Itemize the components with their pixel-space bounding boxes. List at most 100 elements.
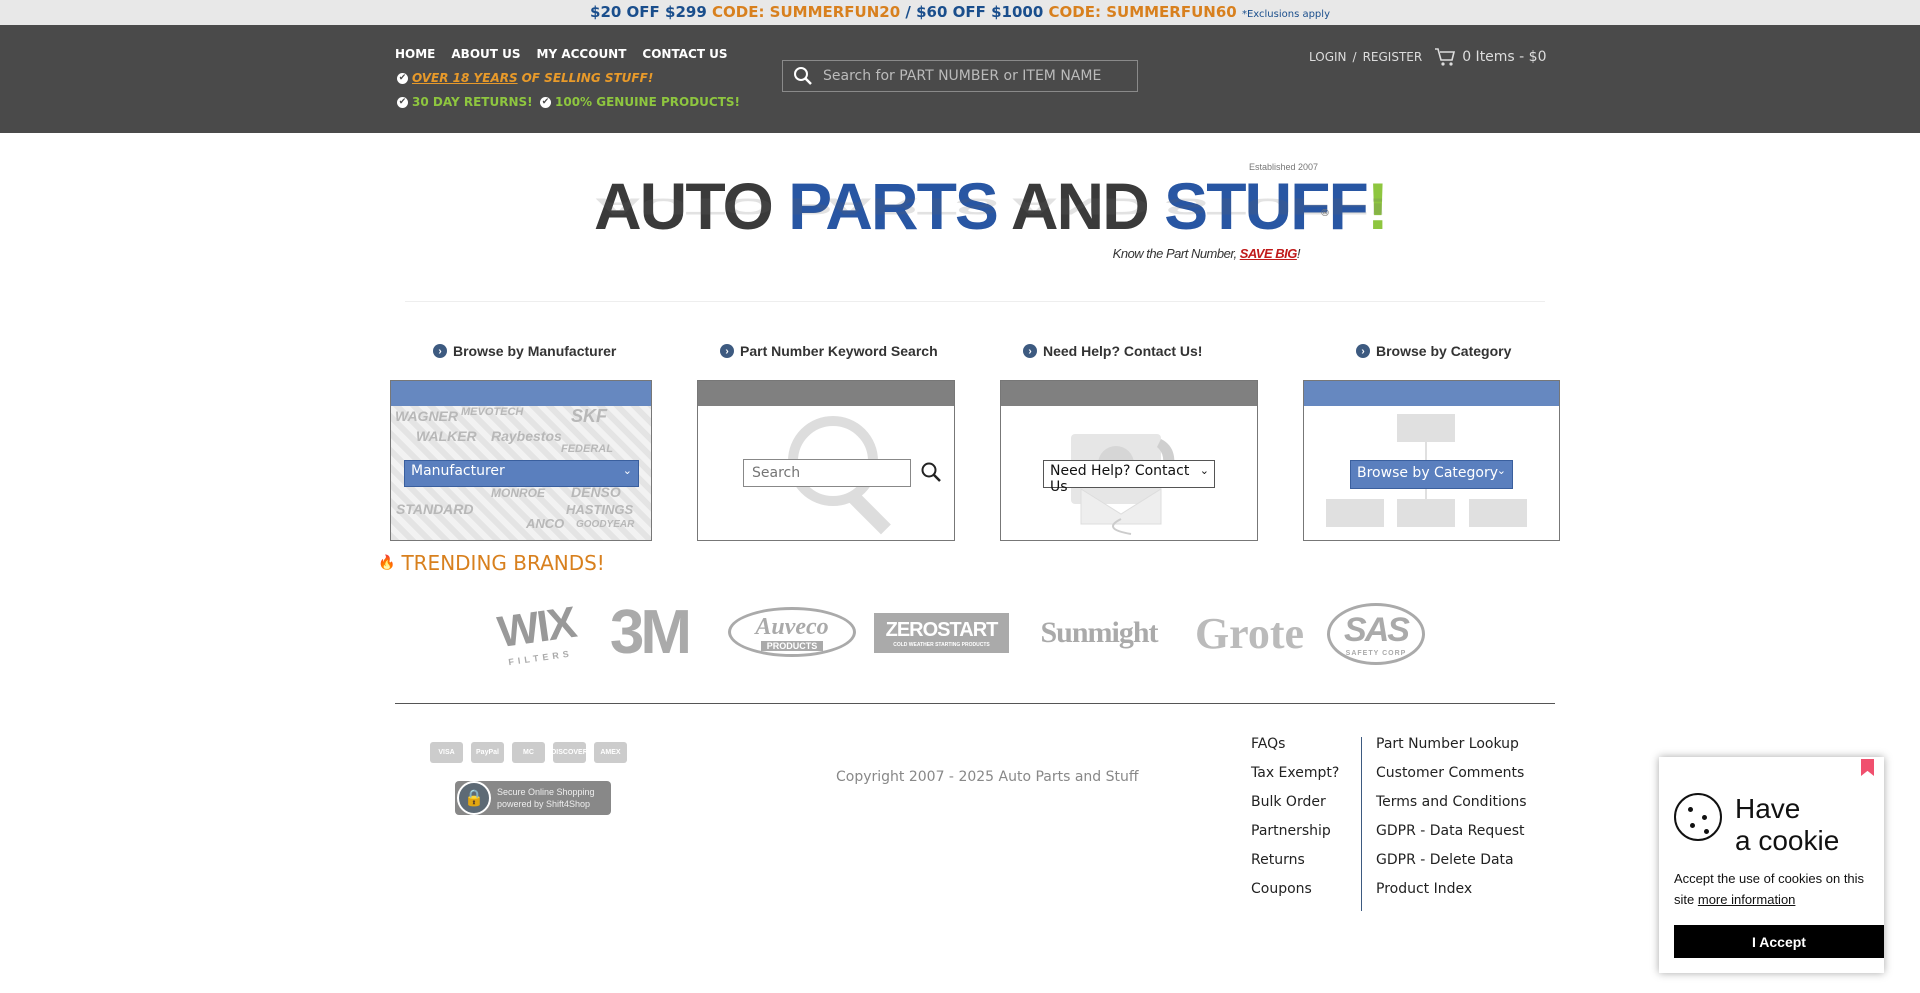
bg-brand-goodyear: GOODYEAR: [576, 519, 635, 530]
bg-brand-walker: WALKER: [416, 428, 477, 444]
logo-tagline-post: !: [1296, 246, 1301, 261]
brand-zerostart-sub: COLD WEATHER STARTING PRODUCTS: [893, 641, 990, 648]
footer-link-bulk-order[interactable]: Bulk Order: [1251, 794, 1339, 823]
site-logo[interactable]: Established 2007 AUTO PARTS AND STUFF! A…: [590, 158, 1389, 268]
footer-link-returns[interactable]: Returns: [1251, 852, 1339, 881]
mastercard-icon: MC: [512, 742, 545, 763]
browse-category-label: Browse by Category: [1376, 343, 1512, 359]
search-icon[interactable]: [783, 66, 823, 86]
promo-offer-1: $20 OFF $299: [590, 3, 707, 21]
nav-my-account[interactable]: MY ACCOUNT: [537, 47, 627, 61]
bg-brand-wagner: WAGNER: [395, 408, 458, 424]
footer-link-faqs[interactable]: FAQs: [1251, 736, 1339, 765]
cart-summary: 0 Items - $0: [1462, 49, 1547, 65]
logo-registered: ®: [1320, 208, 1330, 219]
cookie-message: Accept the use of cookies on this site m…: [1674, 868, 1879, 910]
brand-3m-text: 3M: [609, 598, 692, 667]
footer-link-partnership[interactable]: Partnership: [1251, 823, 1339, 852]
years-link[interactable]: OVER 18 YEARS: [412, 71, 518, 85]
browse-manufacturer-label: Browse by Manufacturer: [453, 343, 617, 359]
lock-icon: 🔒: [457, 781, 491, 815]
tagline-genuine: ✔ 100% GENUINE PRODUCTS!: [540, 95, 740, 109]
brand-auveco[interactable]: Auveco PRODUCTS: [728, 607, 856, 657]
search-icon[interactable]: [920, 461, 942, 487]
footer-link-product-index[interactable]: Product Index: [1376, 881, 1527, 910]
cookie-more-info-link[interactable]: more information: [1698, 892, 1796, 907]
org-chart-node: [1469, 499, 1527, 527]
bg-brand-skf: SKF: [571, 406, 607, 426]
genuine-text: 100% GENUINE PRODUCTS!: [555, 95, 741, 109]
keyword-search-title[interactable]: › Part Number Keyword Search: [720, 343, 938, 359]
box-header-bar: [1304, 381, 1559, 406]
browse-category-title[interactable]: › Browse by Category: [1356, 343, 1511, 359]
org-chart-node: [1326, 499, 1384, 527]
login-link[interactable]: LOGIN: [1309, 50, 1347, 64]
footer-link-coupons[interactable]: Coupons: [1251, 881, 1339, 910]
nav-about-us[interactable]: ABOUT US: [451, 47, 520, 61]
tagline-years: ✔ OVER 18 YEARS OF SELLING STUFF!: [397, 71, 653, 85]
footer-link-gdpr-delete[interactable]: GDPR - Delete Data: [1376, 852, 1527, 881]
help-contact-title[interactable]: › Need Help? Contact Us!: [1023, 343, 1202, 359]
brand-3m[interactable]: 3M: [596, 595, 702, 670]
header-search: [782, 60, 1138, 92]
check-icon: ✔: [397, 72, 408, 84]
account-area: LOGIN / REGISTER 0 Items - $0: [1309, 47, 1547, 67]
brand-sas[interactable]: SAS SAFETY CORP: [1327, 603, 1425, 665]
brand-auveco-sub: PRODUCTS: [760, 640, 824, 651]
tagline-returns: ✔ 30 DAY RETURNS!: [397, 95, 533, 109]
search-input[interactable]: [823, 68, 1123, 84]
chevron-right-icon: ›: [1023, 344, 1037, 358]
brand-wix[interactable]: WIX FILTERS: [492, 590, 582, 675]
footer-link-customer-comments[interactable]: Customer Comments: [1376, 765, 1527, 794]
manufacturer-box: WAGNER MEVOTECH SKF WALKER Raybestos FED…: [390, 380, 652, 541]
footer-link-terms[interactable]: Terms and Conditions: [1376, 794, 1527, 823]
keyword-search-box: [697, 380, 955, 541]
brand-sas-sub: SAFETY CORP: [1345, 650, 1407, 657]
brand-sunmight[interactable]: Sunmight: [1033, 610, 1165, 655]
check-icon: ✔: [540, 96, 551, 108]
secure-shopping-badge[interactable]: 🔒 Secure Online Shopping powered by Shif…: [455, 781, 611, 815]
payment-methods: VISA PayPal MC DISCOVER AMEX: [430, 742, 627, 763]
brand-grote[interactable]: Grote: [1194, 603, 1305, 663]
chevron-right-icon: ›: [433, 344, 447, 358]
brand-grote-text: Grote: [1194, 608, 1305, 658]
org-chart-node: [1397, 499, 1455, 527]
bookmark-icon: [1861, 759, 1874, 776]
nav-contact-us[interactable]: CONTACT US: [642, 47, 727, 61]
brand-zerostart[interactable]: ZEROSTART COLD WEATHER STARTING PRODUCTS: [874, 613, 1009, 653]
box-header-bar: [391, 381, 651, 406]
promo-exclusions[interactable]: *Exclusions apply: [1242, 9, 1330, 20]
footer-link-part-number-lookup[interactable]: Part Number Lookup: [1376, 736, 1527, 765]
magnifier-handle-graphic: [849, 492, 891, 535]
org-chart-node: [1397, 414, 1455, 442]
promo-separator: /: [905, 3, 911, 21]
keyword-search-input[interactable]: [743, 459, 911, 487]
years-rest: OF SELLING STUFF!: [521, 71, 654, 85]
logo-reflection: AUTO PARTS AND STUFF!: [594, 193, 1387, 220]
browse-manufacturer-title[interactable]: › Browse by Manufacturer: [433, 343, 616, 359]
promo-code-1: CODE: SUMMERFUN20: [712, 3, 901, 21]
brand-auveco-text: Auveco: [755, 613, 829, 640]
brand-sunmight-text: Sunmight: [1040, 615, 1158, 649]
footer-link-tax-exempt[interactable]: Tax Exempt?: [1251, 765, 1339, 794]
cart-link[interactable]: 0 Items - $0: [1434, 47, 1547, 67]
secure-text: Secure Online Shopping powered by Shift4…: [497, 786, 595, 810]
manufacturer-select[interactable]: Manufacturer ⌄: [404, 460, 639, 487]
cookie-accept-button[interactable]: I Accept: [1674, 925, 1884, 958]
footer-link-gdpr-request[interactable]: GDPR - Data Request: [1376, 823, 1527, 852]
trending-header: 🔥 TRENDING BRANDS!: [378, 551, 605, 575]
secure-line-1: Secure Online Shopping: [497, 787, 595, 797]
register-link[interactable]: REGISTER: [1363, 50, 1423, 64]
chevron-down-icon: ⌄: [1496, 464, 1506, 477]
nav-home[interactable]: HOME: [395, 47, 435, 61]
visa-icon: VISA: [430, 742, 463, 763]
top-nav: HOME ABOUT US MY ACCOUNT CONTACT US: [395, 47, 728, 61]
bg-brand-raybestos: Raybestos: [491, 428, 562, 444]
check-icon: ✔: [397, 96, 408, 108]
footer-links-left: FAQs Tax Exempt? Bulk Order Partnership …: [1251, 736, 1339, 910]
category-select[interactable]: Browse by Category ⌄: [1350, 460, 1513, 489]
chevron-right-icon: ›: [720, 344, 734, 358]
help-contact-select[interactable]: Need Help? Contact Us ⌄: [1043, 460, 1215, 495]
cookie-consent-popup: Have a cookie Accept the use of cookies …: [1659, 757, 1884, 973]
cookie-title-line-2: a cookie: [1735, 825, 1840, 856]
